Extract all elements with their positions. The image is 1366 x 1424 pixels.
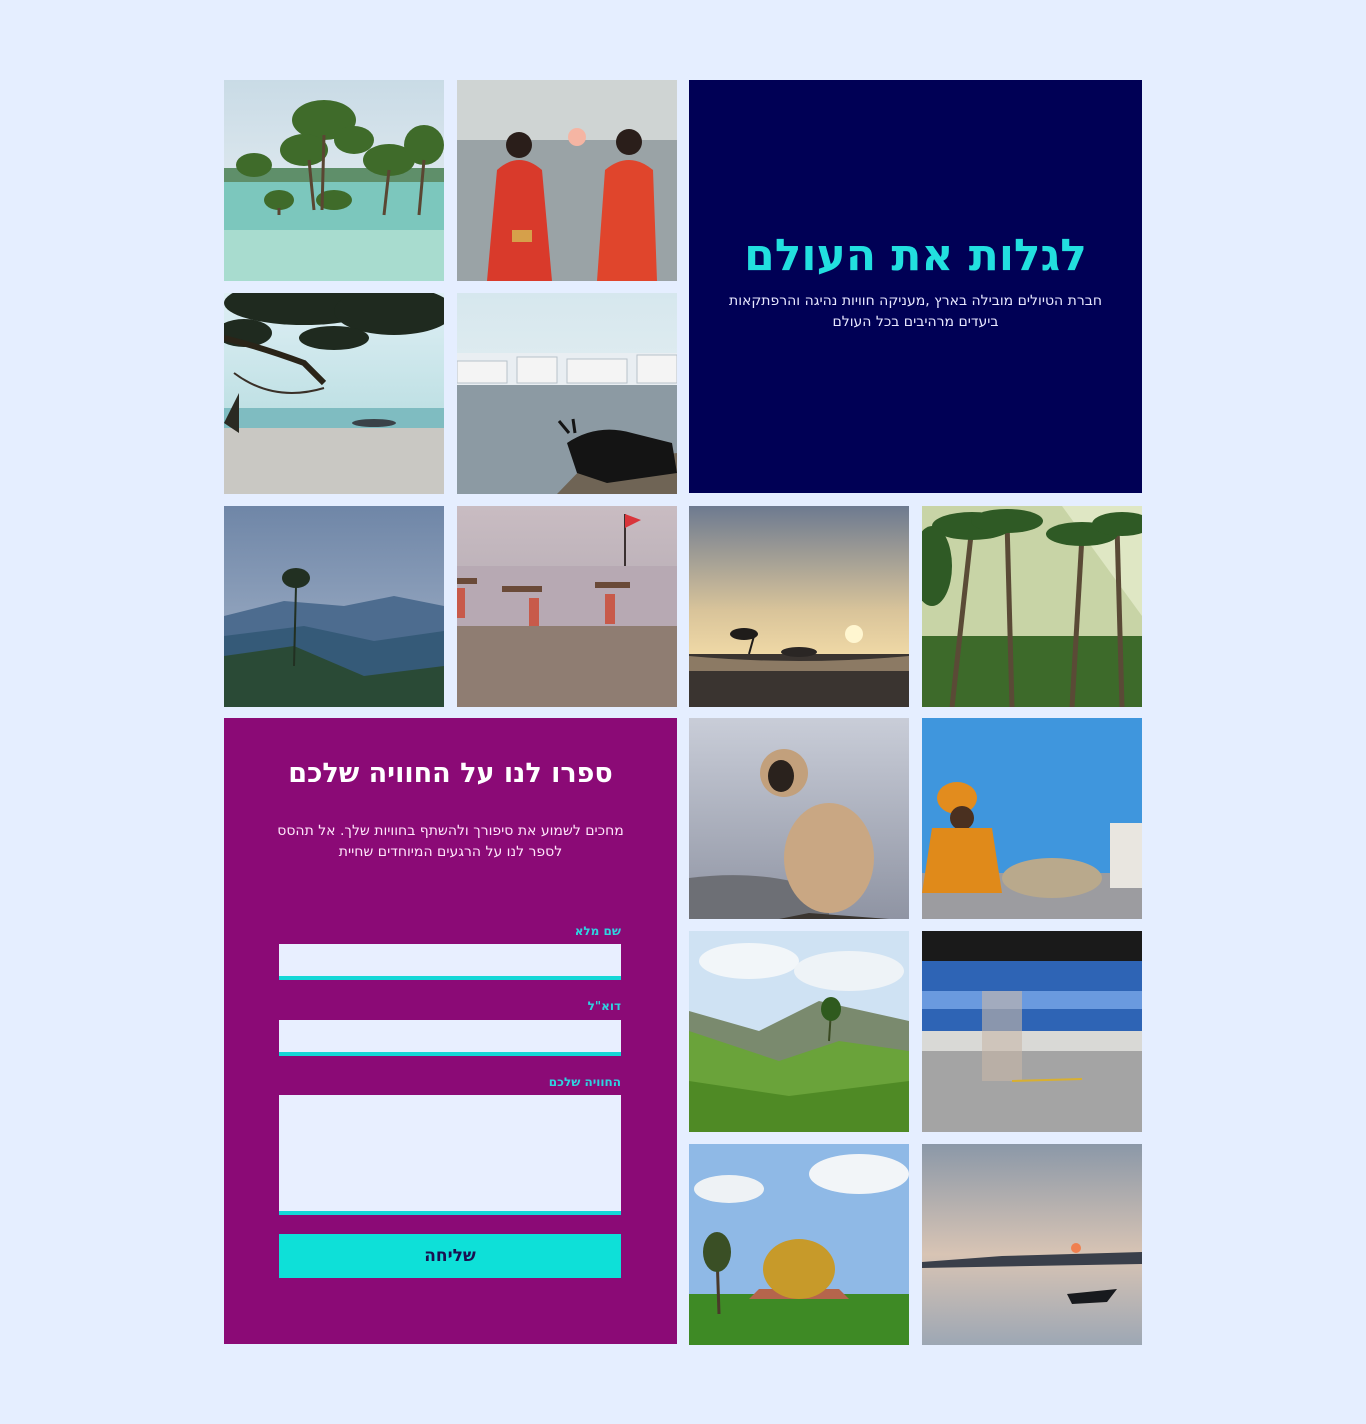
hero-subtitle: חברת הטיולים מובילה בארץ ,מעניקה חוויות … [729,292,1102,330]
mangrove-trees-photo [224,80,444,281]
lake-cow-photo [457,293,677,494]
blue-train-photo [922,931,1142,1132]
name-label: שם מלא [574,924,621,938]
form-title: ספרו לנו על החוויה שלכם [288,758,613,789]
monkey-photo [689,718,909,919]
misty-hills-photo [224,506,444,707]
experience-textarea[interactable] [279,1095,621,1215]
sadhu-photo [922,718,1142,919]
women-sunset-photo [457,80,677,281]
email-field[interactable] [279,1020,621,1056]
name-field[interactable] [279,944,621,980]
boat-sunset-photo [922,1144,1142,1345]
hero-title: לגלות את העולם [744,230,1087,282]
email-label: דוא"ל [587,999,621,1013]
hero-panel: לגלות את העולם חברת הטיולים מובילה בארץ … [689,80,1142,493]
form-intro: מחכים לשמוע את סיפורך ולהשתף בחוויות שלך… [277,823,624,860]
sunset-shore-photo [689,506,909,707]
golden-dome-photo [689,1144,909,1345]
palm-forest-photo [922,506,1142,707]
submit-button[interactable]: שליחה [279,1234,621,1278]
beach-porters-photo [457,506,677,707]
tea-plantation-photo [689,931,909,1132]
experience-form-panel: ספרו לנו על החוויה שלכם מחכים לשמוע את ס… [224,718,677,1344]
experience-label: החוויה שלכם [548,1075,621,1089]
beach-hammock-photo [224,293,444,494]
